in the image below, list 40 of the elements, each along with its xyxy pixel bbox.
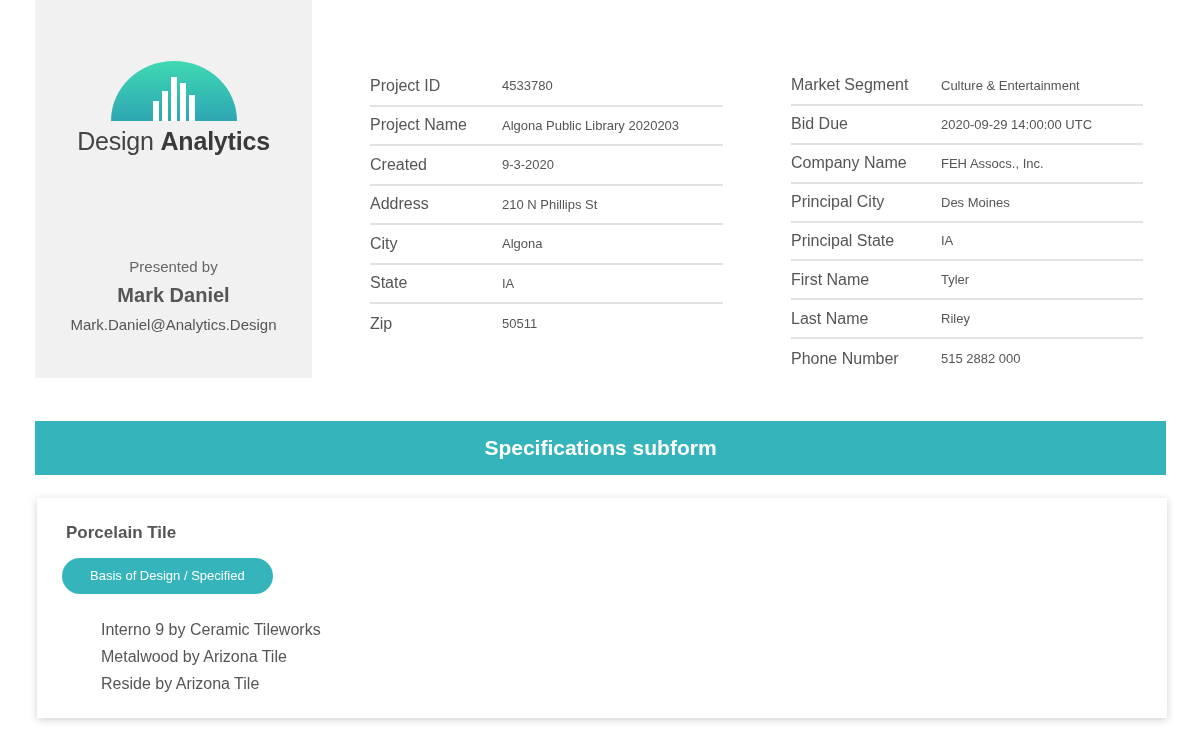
field-value: 9-3-2020: [502, 157, 555, 173]
field-label: Project ID: [370, 76, 442, 95]
field-label: Created: [370, 155, 428, 174]
subform-header: Specifications subform: [35, 421, 1166, 475]
brand-name: Design Analytics: [77, 127, 270, 156]
field-value: 2020-09-29 14:00:00 UTC: [941, 116, 1093, 132]
field-label: Company Name: [791, 154, 908, 173]
field-label: Zip: [370, 314, 394, 333]
field-label: Phone Number: [791, 349, 900, 368]
field-label: City: [370, 234, 399, 253]
specified-tag: Basis of Design / Specified: [62, 558, 273, 594]
field-value: 210 N Phillips St: [502, 196, 598, 212]
field-label: Last Name: [791, 309, 870, 328]
field-label: Address: [370, 195, 430, 214]
field-value: Algona Public Library 2020203: [502, 117, 680, 133]
section-title: Porcelain Tile: [66, 523, 178, 543]
field-value: FEH Assocs., Inc.: [941, 155, 1044, 171]
presented-by-caption: Presented by: [129, 258, 218, 275]
field-value: Des Moines: [941, 194, 1010, 210]
field-value: 50511: [502, 316, 538, 332]
field-value: IA: [941, 233, 954, 249]
presenter-email: Mark.Daniel@Analytics.Design: [70, 316, 277, 333]
field-value: Culture & Entertainment: [941, 77, 1080, 93]
field-label: Bid Due: [791, 115, 849, 134]
field-value: Algona: [502, 236, 543, 252]
product-item: Metalwood by Arizona Tile: [101, 647, 288, 667]
field-value: IA: [502, 275, 515, 291]
field-label: Principal State: [791, 231, 896, 250]
field-value: Riley: [941, 311, 970, 327]
field-value: 4533780: [502, 78, 553, 94]
field-value: 515 2882 000: [941, 351, 1021, 367]
presenter-name: Mark Daniel: [117, 284, 230, 307]
product-item: Interno 9 by Ceramic Tileworks: [101, 620, 322, 640]
product-item: Reside by Arizona Tile: [101, 674, 261, 694]
field-label: Project Name: [370, 116, 468, 135]
field-label: Principal City: [791, 193, 886, 212]
field-label: First Name: [791, 270, 871, 289]
field-label: Market Segment: [791, 76, 910, 95]
field-label: State: [370, 274, 409, 293]
field-value: Tyler: [941, 272, 970, 288]
